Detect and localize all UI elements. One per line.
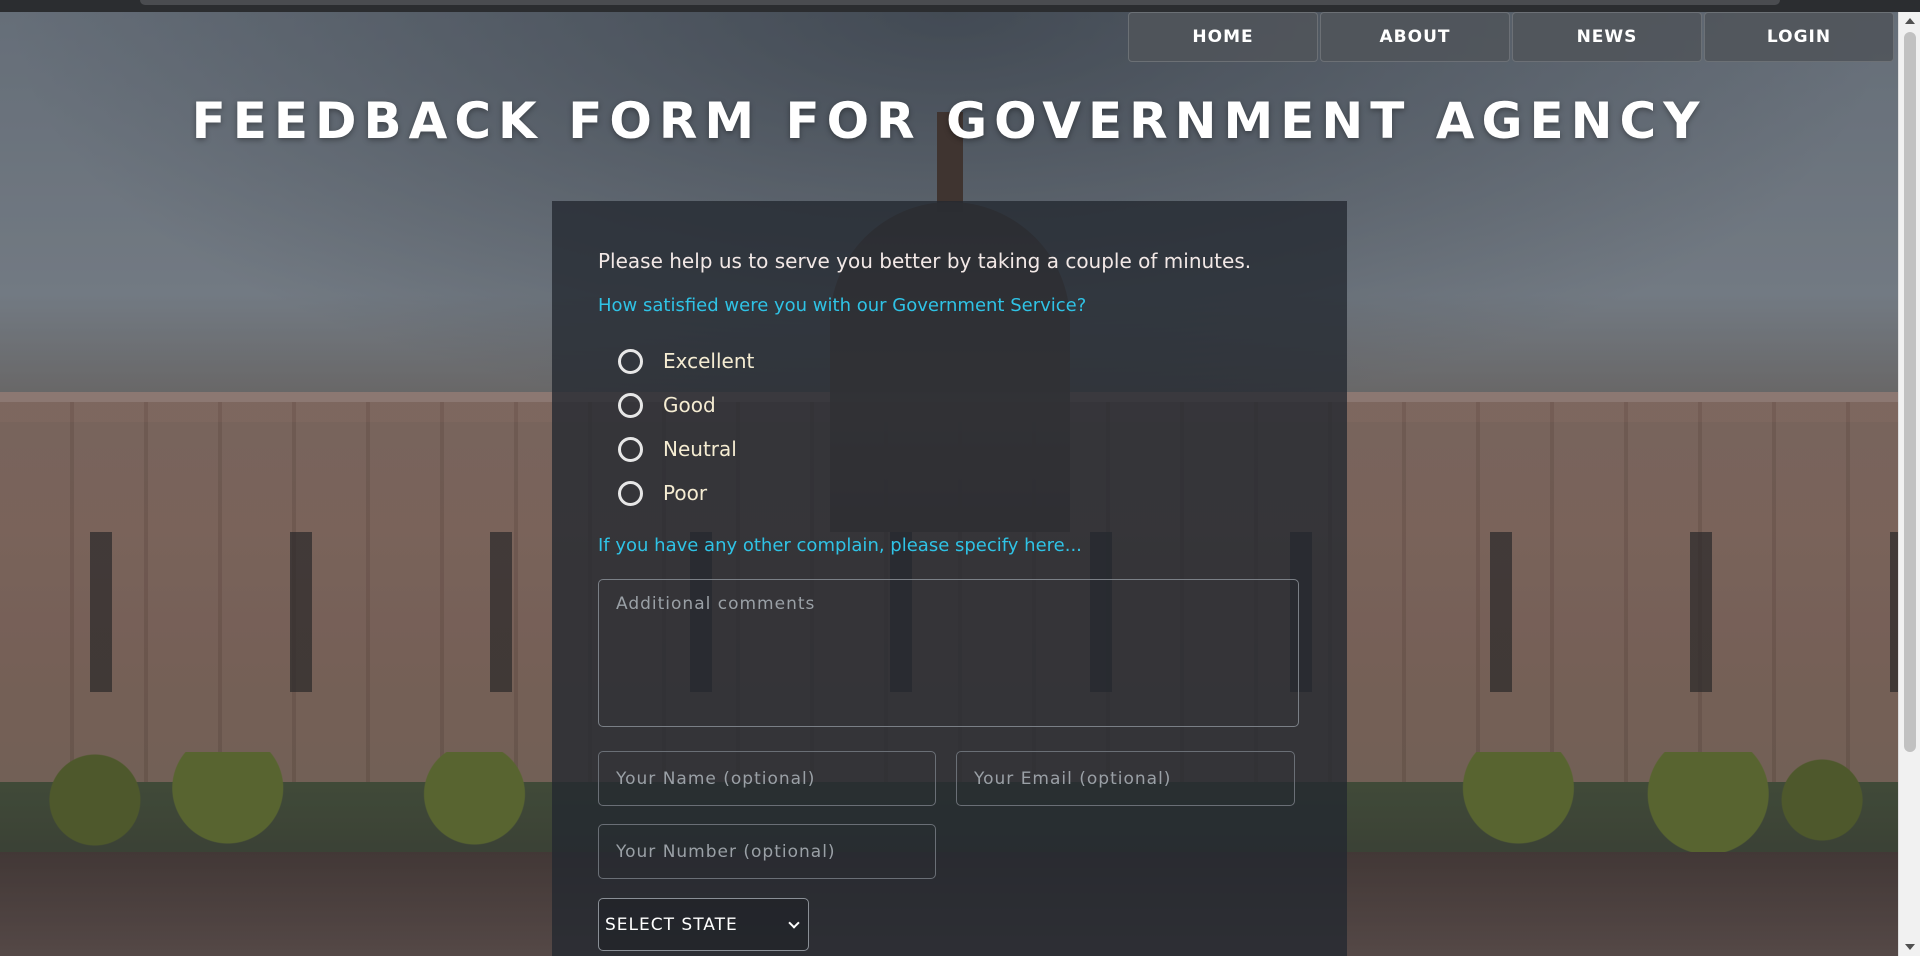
scroll-down-arrow-icon[interactable]: [1905, 944, 1915, 950]
number-field[interactable]: [598, 824, 936, 879]
option-poor[interactable]: Poor: [618, 471, 754, 515]
feedback-form-panel: Please help us to serve you better by ta…: [552, 201, 1347, 956]
option-excellent[interactable]: Excellent: [618, 339, 754, 383]
nav-news-button[interactable]: NEWS: [1512, 12, 1702, 62]
page-title: FEEDBACK FORM FOR GOVERNMENT AGENCY: [191, 92, 1707, 150]
complain-label: If you have any other complain, please s…: [598, 535, 1082, 556]
chevron-down-icon: [788, 917, 800, 929]
additional-comments-field[interactable]: [598, 579, 1299, 727]
satisfaction-question: How satisfied were you with our Governme…: [598, 295, 1087, 316]
form-intro-text: Please help us to serve you better by ta…: [598, 249, 1252, 273]
option-label: Excellent: [663, 349, 755, 373]
radio-button-icon[interactable]: [618, 348, 643, 374]
state-select[interactable]: SELECT STATE: [598, 898, 809, 951]
nav-home-button[interactable]: HOME: [1128, 12, 1318, 62]
radio-button-icon[interactable]: [618, 480, 643, 506]
scroll-up-arrow-icon[interactable]: [1905, 18, 1915, 24]
nav-login-button[interactable]: LOGIN: [1704, 12, 1894, 62]
browser-top-strip: [0, 0, 1920, 12]
state-select-value: SELECT STATE: [605, 914, 738, 935]
radio-button-icon[interactable]: [618, 436, 643, 462]
option-label: Neutral: [663, 437, 737, 461]
option-label: Good: [663, 393, 716, 417]
satisfaction-options: Excellent Good Neutral Poor: [618, 339, 754, 515]
option-good[interactable]: Good: [618, 383, 754, 427]
top-navigation: HOME ABOUT NEWS LOGIN: [1128, 12, 1894, 62]
email-field[interactable]: [956, 751, 1295, 806]
radio-button-icon[interactable]: [618, 392, 643, 418]
browser-tab-bar: [140, 0, 1780, 5]
option-neutral[interactable]: Neutral: [618, 427, 754, 471]
page-scrollbar[interactable]: [1898, 12, 1920, 956]
name-field[interactable]: [598, 751, 936, 806]
option-label: Poor: [663, 481, 708, 505]
nav-about-button[interactable]: ABOUT: [1320, 12, 1510, 62]
scrollbar-thumb[interactable]: [1904, 32, 1916, 752]
